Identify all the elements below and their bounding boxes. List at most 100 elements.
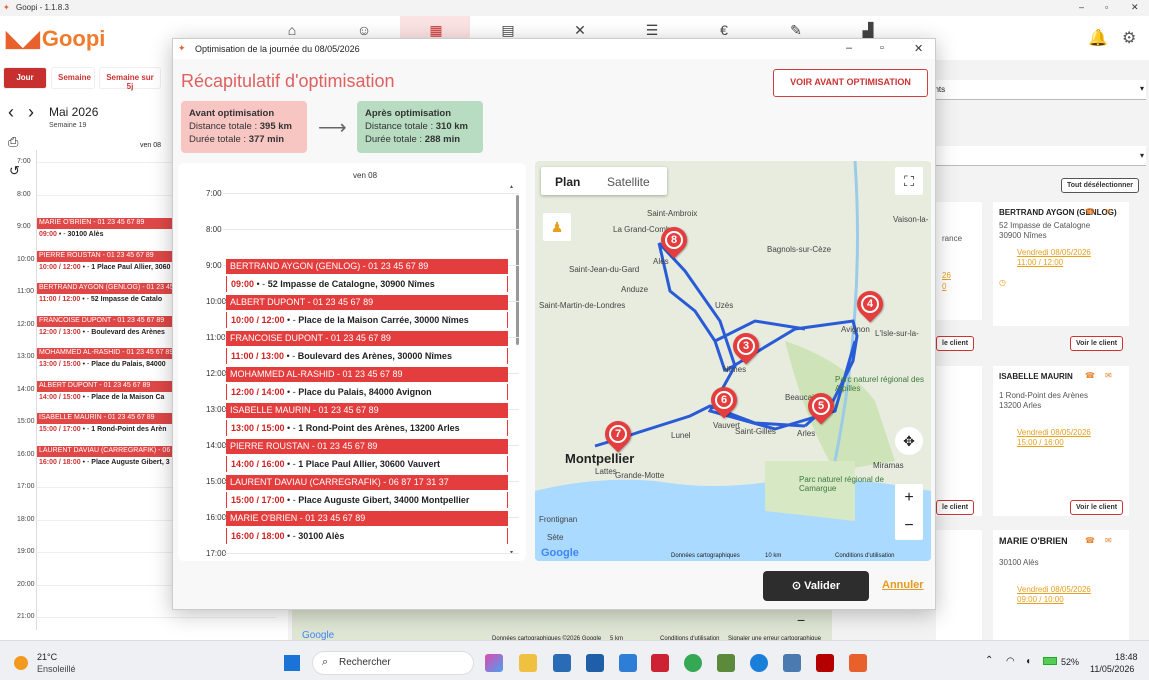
view-week-button[interactable]: Semaine: [52, 68, 94, 88]
wifi-icon[interactable]: ◠: [1006, 656, 1015, 667]
deselect-all-button[interactable]: Tout désélectionner: [1061, 178, 1139, 193]
partial-voir-client-2[interactable]: le client: [936, 500, 975, 515]
schedule-event-header[interactable]: MARIE O'BRIEN - 01 23 45 67 89: [226, 511, 508, 526]
valider-button[interactable]: ⊙ Valider: [763, 571, 869, 601]
schedule-event-detail[interactable]: 15:00 / 17:00 • - Place Auguste Gibert, …: [226, 492, 508, 508]
schedule-event-detail[interactable]: 10:00 / 12:00 • - Place de la Maison Car…: [226, 312, 508, 328]
edge-icon[interactable]: [750, 654, 768, 672]
schedule-event-header[interactable]: PIERRE ROUSTAN - 01 23 45 67 89: [226, 439, 508, 454]
schedule-event-header[interactable]: FRANCOISE DUPONT - 01 23 45 67 89: [226, 331, 508, 346]
schedule-event-header[interactable]: ISABELLE MAURIN - 01 23 45 67 89: [226, 403, 508, 418]
bg-event-detail[interactable]: 10:00 / 12:00 • - 1 Place Paul Allier, 3…: [37, 262, 175, 274]
bg-event-header[interactable]: MARIE O'BRIEN - 01 23 45 67 89: [37, 218, 175, 229]
battery-icon[interactable]: [1043, 657, 1057, 665]
client-card[interactable]: BERTRAND AYGON (GENLOG) 52 Impasse de Ca…: [993, 202, 1129, 326]
schedule-event-detail[interactable]: 14:00 / 16:00 • - 1 Place Paul Allier, 3…: [226, 456, 508, 472]
schedule-event-header[interactable]: MOHAMMED AL-RASHID - 01 23 45 67 89: [226, 367, 508, 382]
bg-event-sep: • -: [80, 458, 92, 466]
bg-event-detail[interactable]: 14:00 / 15:00 • - Place de la Maison Ca: [37, 392, 175, 404]
weather-text: Ensoleillé: [37, 664, 76, 674]
taskbar-search[interactable]: ⌕ Rechercher: [312, 651, 474, 675]
filter-select[interactable]: ents ▾: [920, 80, 1146, 100]
phone-icon[interactable]: ☎: [1085, 536, 1095, 545]
bg-event-detail[interactable]: 16:00 / 18:00 • - Place Auguste Gibert, …: [37, 457, 175, 469]
dialog-minimize-icon[interactable]: –: [846, 42, 852, 54]
mail-icon[interactable]: ✉: [1105, 371, 1112, 380]
schedule-event-detail[interactable]: 16:00 / 18:00 • - 30100 Alès: [226, 528, 508, 544]
store-icon[interactable]: [553, 654, 571, 672]
folder-icon[interactable]: [519, 654, 537, 672]
schedule-event-header[interactable]: LAURENT DAVIAU (CARREGRAFIK) - 06 87 17 …: [226, 475, 508, 490]
maximize-icon[interactable]: ▫: [1105, 2, 1108, 12]
volume-icon[interactable]: ◖: [1025, 656, 1031, 667]
filezilla-icon[interactable]: [816, 654, 834, 672]
view-week5-button[interactable]: Semaine sur 5j: [100, 68, 160, 91]
dialog-close-icon[interactable]: ✕: [914, 42, 923, 55]
schedule-event-header[interactable]: ALBERT DUPONT - 01 23 45 67 89: [226, 295, 508, 310]
gear-icon[interactable]: ⚙: [1122, 28, 1136, 48]
bg-event-header[interactable]: BERTRAND AYGON (GENLOG) - 01 23 45: [37, 283, 175, 294]
close-icon[interactable]: ✕: [1131, 2, 1139, 13]
bg-event-header[interactable]: PIERRE ROUSTAN - 01 23 45 67 89: [37, 250, 175, 262]
dialog-app-icon: ✦: [178, 43, 186, 53]
phone-icon[interactable]: ☎: [1085, 371, 1095, 380]
prev-icon[interactable]: ‹: [8, 102, 14, 123]
bg-event-detail[interactable]: 11:00 / 12:00 • - 52 Impasse de Catalo: [37, 295, 175, 306]
client-card[interactable]: MARIE O'BRIEN 30100 Alès Vendredi 08/05/…: [993, 530, 1129, 640]
goopi-taskbar-icon[interactable]: [849, 654, 867, 672]
print-icon[interactable]: ⎙: [8, 134, 18, 150]
mail-icon[interactable]: ✉: [1105, 207, 1112, 216]
bg-zoom-out-icon[interactable]: −: [797, 612, 805, 628]
copilot-icon[interactable]: [485, 654, 503, 672]
voir-client-button[interactable]: Voir le client: [1070, 336, 1124, 351]
voir-avant-button[interactable]: VOIR AVANT OPTIMISATION: [773, 69, 928, 97]
map-tab-plan[interactable]: Plan: [555, 175, 580, 189]
next-icon[interactable]: ›: [28, 102, 34, 123]
client-card[interactable]: ISABELLE MAURIN 1 Rond-Point des Arènes …: [993, 366, 1129, 516]
minimize-icon[interactable]: –: [1079, 2, 1084, 12]
dialog-maximize-icon[interactable]: ▫: [880, 42, 884, 54]
bg-event-header[interactable]: MOHAMMED AL-RASHID - 01 23 45 67 89: [37, 348, 175, 359]
zoom-out-icon[interactable]: −: [895, 512, 923, 540]
map-tab-satellite[interactable]: Satellite: [607, 175, 650, 189]
scroll-up-icon[interactable]: ▴: [510, 183, 513, 190]
pan-control-icon[interactable]: ✥: [895, 427, 923, 455]
view-day-button[interactable]: Jour: [4, 68, 46, 88]
start-icon[interactable]: [284, 655, 300, 671]
bg-event-detail[interactable]: 13:00 / 15:00 • - Place du Palais, 84000: [37, 360, 175, 371]
vs-icon[interactable]: [586, 654, 604, 672]
pegman-icon[interactable]: ♟: [543, 213, 571, 241]
annuler-link[interactable]: Annuler: [882, 579, 924, 591]
schedule-scrollbar[interactable]: [516, 195, 519, 345]
tray-chevron-icon[interactable]: ⌃: [985, 655, 993, 666]
bg-event-header[interactable]: LAURENT DAVIAU (CARREGRAFIK) - 06: [37, 445, 175, 457]
fullscreen-icon[interactable]: ⛶: [895, 167, 923, 195]
bg-event-header[interactable]: ISABELLE MAURIN - 01 23 45 67 89: [37, 413, 175, 424]
phone-icon[interactable]: ☎: [1085, 207, 1095, 216]
schedule-event-header[interactable]: BERTRAND AYGON (GENLOG) - 01 23 45 67 89: [226, 259, 508, 274]
zoom-in-icon[interactable]: +: [895, 484, 923, 512]
route-map[interactable]: Plan Satellite ⛶ ♟ ✥ + − Saint-Ambroix La…: [535, 161, 931, 561]
chrome-icon[interactable]: [684, 654, 702, 672]
notes-icon[interactable]: [783, 654, 801, 672]
bell-icon[interactable]: 🔔: [1088, 28, 1108, 48]
snip-icon[interactable]: [619, 654, 637, 672]
bg-event-header[interactable]: FRANCOISE DUPONT - 01 23 45 67 89: [37, 315, 175, 327]
optimisation-dialog: ✦ Optimisation de la journée du 08/05/20…: [172, 38, 936, 610]
bg-event-header[interactable]: ALBERT DUPONT - 01 23 45 67 89: [37, 380, 175, 392]
schedule-event-detail[interactable]: 12:00 / 14:00 • - Place du Palais, 84000…: [226, 384, 508, 400]
bg-event-detail[interactable]: 09:00 • - 30100 Alès: [37, 230, 175, 241]
bg-event-detail[interactable]: 15:00 / 17:00 • - 1 Rond-Point des Arèn: [37, 425, 175, 436]
filezilla-alt-icon[interactable]: [651, 654, 669, 672]
schedule-event-detail[interactable]: 09:00 • - 52 Impasse de Catalogne, 30900…: [226, 276, 508, 292]
schedule-event-addr: Boulevard des Arènes, 30000 Nîmes: [297, 351, 452, 361]
history-icon[interactable]: ↺: [9, 163, 20, 179]
mail-icon[interactable]: ✉: [1105, 536, 1112, 545]
schedule-event-detail[interactable]: 13:00 / 15:00 • - 1 Rond-Point des Arène…: [226, 420, 508, 436]
notepadpp-icon[interactable]: [717, 654, 735, 672]
filter-select-2[interactable]: ▾: [920, 146, 1146, 166]
voir-client-button[interactable]: Voir le client: [1070, 500, 1124, 515]
bg-event-detail[interactable]: 12:00 / 13:00 • - Boulevard des Arènes: [37, 327, 175, 339]
partial-voir-client-1[interactable]: le client: [936, 336, 975, 351]
schedule-event-detail[interactable]: 11:00 / 13:00 • - Boulevard des Arènes, …: [226, 348, 508, 364]
